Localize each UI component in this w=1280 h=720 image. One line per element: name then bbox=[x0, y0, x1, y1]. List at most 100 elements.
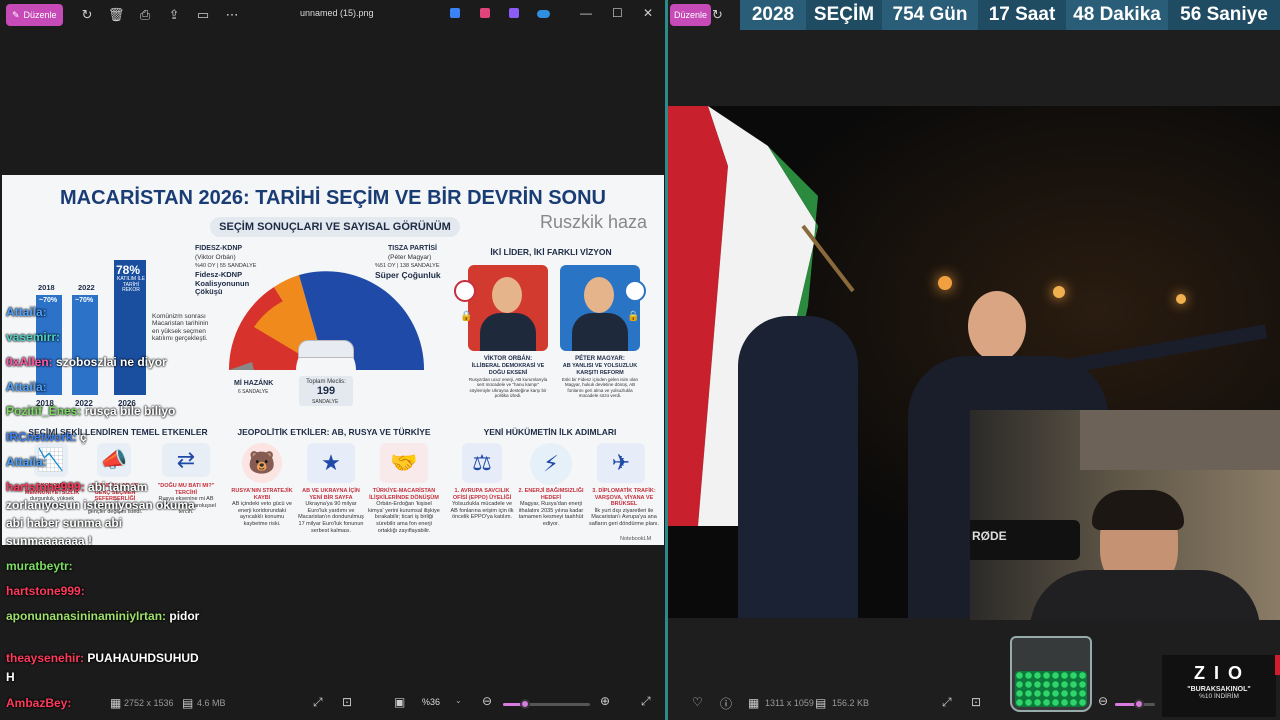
zoom-slider-thumb[interactable] bbox=[519, 699, 530, 709]
print-icon[interactable]: ⎙ bbox=[131, 4, 160, 26]
fidesz-party: FIDESZ-KDNP bbox=[195, 245, 243, 252]
close-icon[interactable]: ✕ bbox=[643, 6, 653, 20]
magyar-body: Eski bir Fidesz içinden gelen isim olan … bbox=[561, 377, 639, 399]
chat-text: zorlanıyosun istemiyosan okuma bbox=[6, 498, 195, 512]
infographic-subtitle: SEÇİM SONUÇLARI VE SAYISAL GÖRÜNÜM bbox=[210, 217, 460, 237]
delete-icon[interactable]: 🗑 bbox=[102, 4, 131, 26]
rotate-icon[interactable]: ↻ bbox=[73, 4, 102, 26]
chat-username[interactable]: theaysenehir: bbox=[6, 651, 87, 665]
chat-username[interactable]: 0xAllen: bbox=[6, 355, 56, 369]
magyar-portrait bbox=[560, 265, 640, 351]
countdown-days: 754 Gün bbox=[882, 0, 978, 30]
chat-username[interactable]: AmbazBey: bbox=[6, 696, 71, 710]
edit-button[interactable]: ✎ Düzenle bbox=[6, 4, 63, 26]
fit-icon[interactable]: ⤢ bbox=[313, 695, 323, 710]
chat-username[interactable]: vasemirr: bbox=[6, 330, 60, 344]
geo-2: AB VE UKRAYNA İÇİN YENİ BİR SAYFA Ukrayna… bbox=[298, 488, 364, 534]
chat-text: abi tamam bbox=[88, 480, 148, 494]
legal-document-icon: ⚖ bbox=[462, 443, 502, 483]
app-icon-3[interactable] bbox=[509, 8, 519, 18]
chat-username[interactable]: aponunanasininaminiyIrtan: bbox=[6, 609, 169, 623]
size-icon: ▤ bbox=[182, 696, 194, 710]
fit-icon-right[interactable]: ⤢ bbox=[942, 695, 952, 710]
orban-desc: İLLİBERAL DEMOKRASİ VE DOĞU EKSENİ bbox=[471, 363, 545, 376]
chat-message: hartstone999: abi tamam bbox=[6, 480, 147, 494]
turnout-note: Komünizm sonrası Macaristan tarihinin en… bbox=[152, 313, 209, 343]
zoom-slider-thumb-right[interactable] bbox=[1134, 699, 1144, 709]
actual-size-icon-right[interactable]: ⊡ bbox=[971, 695, 981, 709]
countdown-seconds: 56 Saniye bbox=[1168, 0, 1280, 30]
lock-icon-right: 🔒 bbox=[627, 311, 640, 322]
chat-username[interactable]: Attaila: bbox=[6, 380, 47, 394]
more-icon[interactable]: ⋯ bbox=[218, 4, 247, 26]
mi-hazank-seats: 6 SANDALYE bbox=[238, 389, 269, 395]
zoom-out-icon[interactable]: ⊖ bbox=[482, 694, 492, 708]
chat-message: Attaila: bbox=[6, 455, 47, 469]
direction-arrows-icon: ⇄ bbox=[162, 443, 210, 477]
maximize-icon[interactable]: ☐ bbox=[612, 6, 623, 20]
chat-username[interactable]: Attaila: bbox=[6, 455, 47, 469]
step-3: 3. DİPLOMATİK TRAFİK: VARŞOVA, VİYANA VE… bbox=[588, 488, 659, 527]
streamer-hair bbox=[1092, 490, 1184, 530]
turnout-value-2022: ~70% bbox=[75, 297, 94, 304]
overlay-text: Ruszkik haza bbox=[540, 212, 648, 232]
left-status-bar: ▦ 2752 x 1536 ▤ 4.6 MB ⤢ ⊡ ▣ %36 ⌄ ⊖ ⊕ ⤢ bbox=[0, 686, 666, 720]
chat-username[interactable]: hartstone999: bbox=[6, 480, 88, 494]
app-icon-1[interactable] bbox=[450, 8, 460, 18]
edit-label: Düzenle bbox=[23, 10, 57, 20]
handshake-icon: 🤝 bbox=[380, 443, 428, 483]
chat-username[interactable]: Attaila: bbox=[6, 305, 47, 319]
zoom-dropdown-icon[interactable]: ⌄ bbox=[455, 696, 462, 705]
cloud-icon[interactable] bbox=[537, 10, 550, 18]
year-2022: 2022 bbox=[78, 283, 95, 292]
orban-portrait bbox=[468, 265, 548, 351]
chat-username[interactable]: muratbeytr: bbox=[6, 559, 73, 573]
chat-text: rusça bile biliyo bbox=[84, 404, 176, 418]
edit-label-right: Düzenle bbox=[674, 10, 708, 20]
chat-text: pidor bbox=[169, 609, 200, 623]
left-toolbar: ✎ Düzenle ↻ 🗑 ⎙ ⇪ ▭ ⋯ bbox=[0, 0, 247, 30]
steps-title: YENİ HÜKÜMETİN İLK ADIMLARI bbox=[483, 427, 617, 437]
screenshot-icon[interactable]: ▣ bbox=[394, 695, 405, 709]
turnout-value-2026: 78% bbox=[116, 263, 141, 277]
minimize-icon[interactable]: — bbox=[580, 6, 592, 20]
chat-username[interactable]: hartstone999: bbox=[6, 584, 85, 598]
chat-message: Attaila: bbox=[6, 305, 47, 319]
step-2: 2. ENERJİ BAĞIMSIZLIĞI HEDEFİ Magyar, Rus… bbox=[518, 488, 584, 527]
slideshow-icon[interactable]: ▭ bbox=[189, 4, 218, 26]
chat-text: szoboszlai ne diyor bbox=[56, 355, 167, 369]
tisza-leader: (Péter Magyar) bbox=[388, 254, 432, 261]
zoom-out-icon-right[interactable]: ⊖ bbox=[1098, 694, 1108, 708]
leaders-title: İKİ LİDER, İKİ FARKLI VİZYON bbox=[490, 247, 612, 257]
actual-size-icon[interactable]: ⊡ bbox=[342, 695, 352, 709]
zoom-level[interactable]: %36 bbox=[422, 697, 440, 707]
favorite-icon[interactable]: ♡ bbox=[692, 695, 703, 709]
dimensions-icon: ▦ bbox=[110, 696, 122, 710]
app-icon-2[interactable] bbox=[480, 8, 490, 18]
megaphone-icon: 📣 bbox=[97, 443, 131, 477]
fullscreen-icon[interactable]: ⤢ bbox=[641, 694, 651, 709]
zoom-in-icon[interactable]: ⊕ bbox=[600, 694, 610, 708]
chat-text: ç bbox=[80, 430, 87, 444]
share-icon[interactable]: ⇪ bbox=[160, 4, 189, 26]
streamer-body bbox=[1030, 570, 1260, 620]
record-label: KATILIM İLE TARİHİ REKOR bbox=[117, 276, 145, 293]
streamer-webcam: RØDE bbox=[970, 410, 1280, 620]
chat-message: H bbox=[6, 670, 15, 684]
dimensions: 2752 x 1536 bbox=[124, 698, 174, 708]
chat-message: IRCnetwork: ç bbox=[6, 430, 87, 444]
chat-text: PUAHAUHDSUHUD bbox=[87, 651, 199, 665]
orban-body: Rusya'dan ucuz enerji, AB kurumlarıyla s… bbox=[468, 377, 548, 399]
chat-message: muratbeytr: bbox=[6, 559, 73, 573]
geo-1: RUSYA'NIN STRATEJİK KAYBI AB içindeki vet… bbox=[231, 488, 293, 527]
chat-message: abi haber sunma abi bbox=[6, 516, 122, 530]
info-icon[interactable]: ⓘ bbox=[720, 695, 732, 712]
rotate-icon-right[interactable]: ↻ bbox=[712, 7, 723, 23]
chat-message: theaysenehir: PUAHAUHDSUHUD bbox=[6, 651, 199, 665]
chat-username[interactable]: IRCnetwork: bbox=[6, 430, 80, 444]
countdown-label: SEÇİM bbox=[806, 0, 882, 30]
chat-username[interactable]: Pozitif_Enes: bbox=[6, 404, 85, 418]
notebooklm-credit: NotebookLM bbox=[620, 536, 652, 542]
turnout-bar-2022 bbox=[72, 295, 98, 395]
edit-button-right[interactable]: Düzenle bbox=[670, 4, 712, 26]
